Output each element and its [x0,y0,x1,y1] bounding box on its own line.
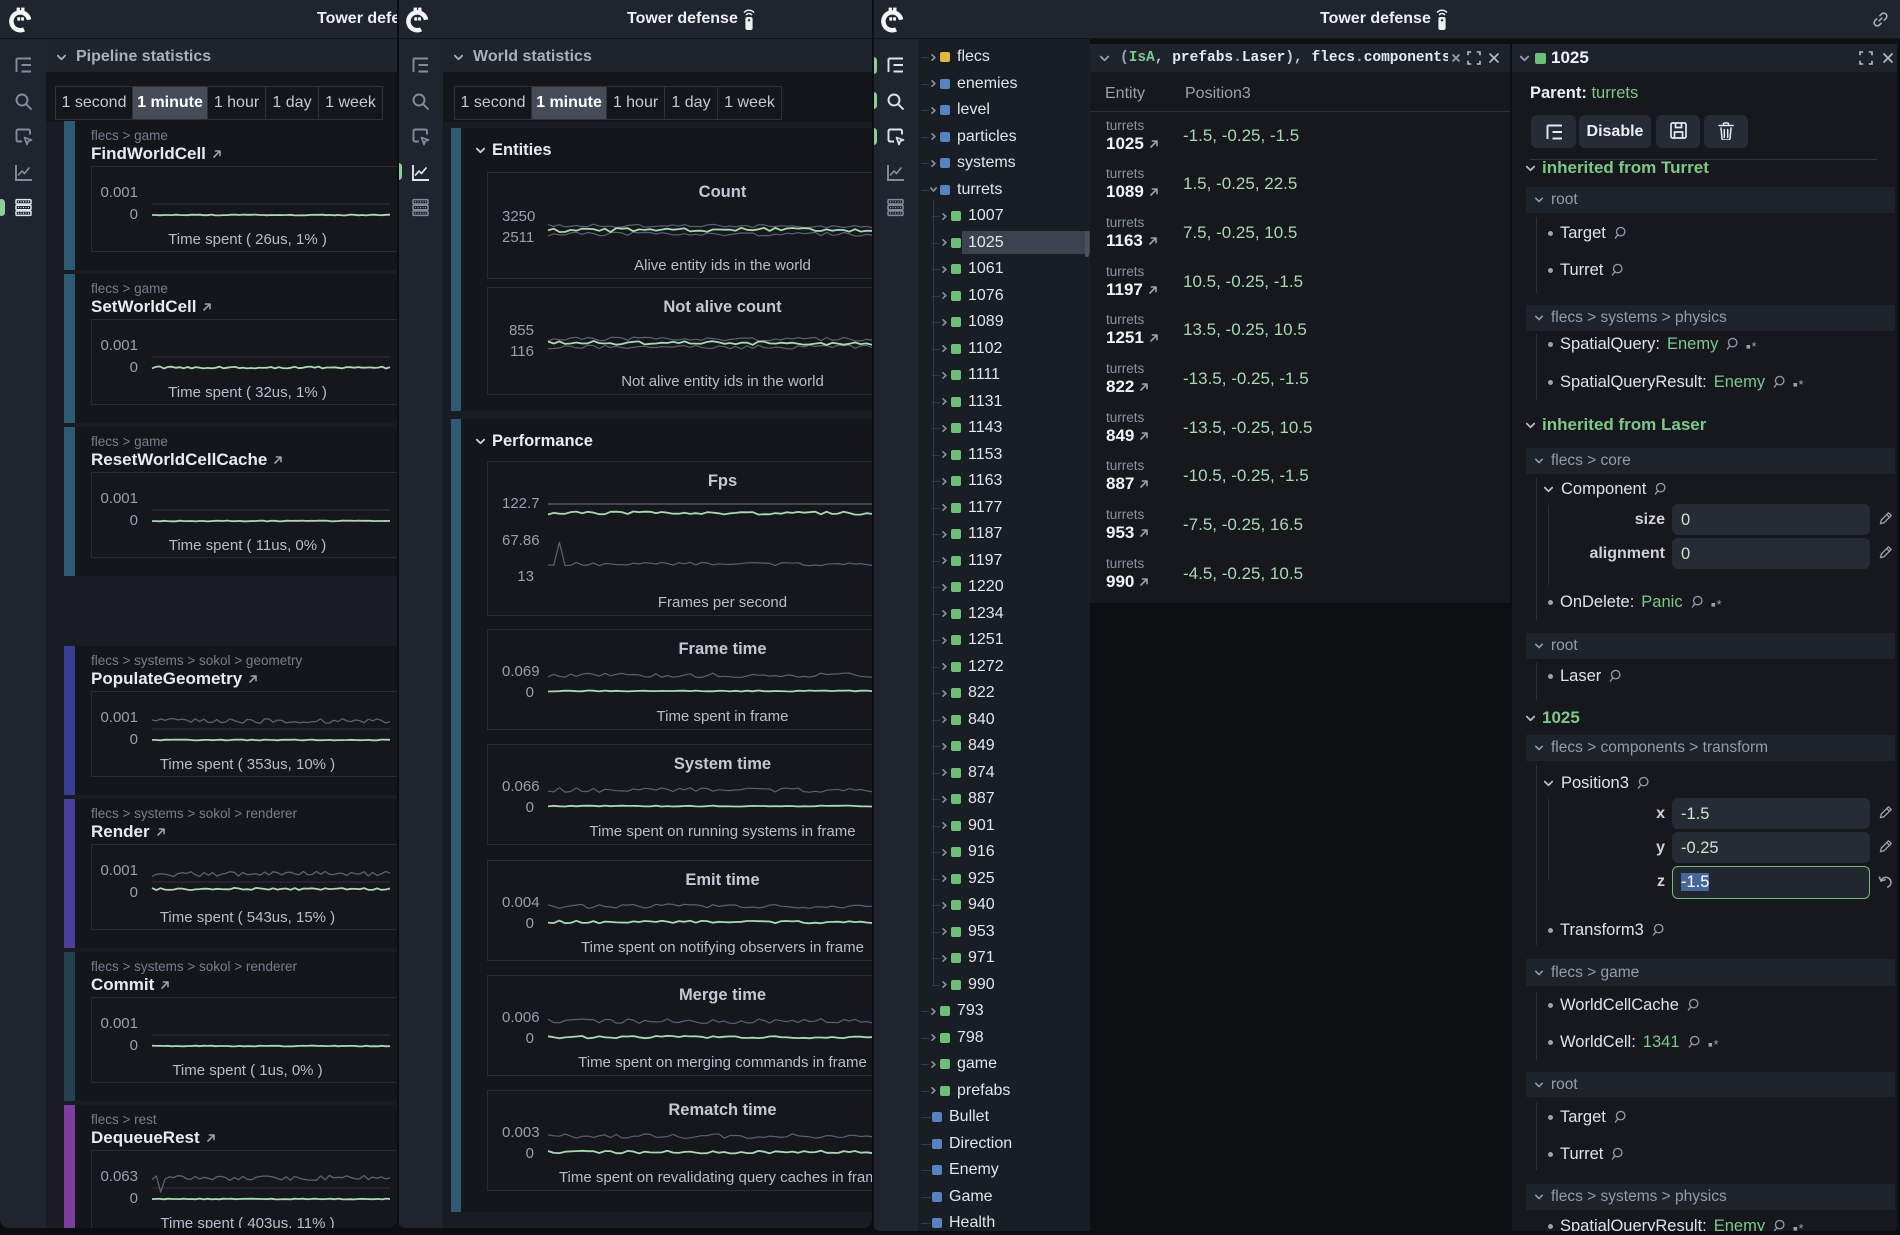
svg-text:*: * [1799,377,1804,389]
svg-text:*: * [1799,1221,1804,1231]
svg-text:*: * [1713,1037,1718,1049]
svg-text:*: * [1752,339,1757,351]
svg-text:*: * [1716,597,1721,609]
